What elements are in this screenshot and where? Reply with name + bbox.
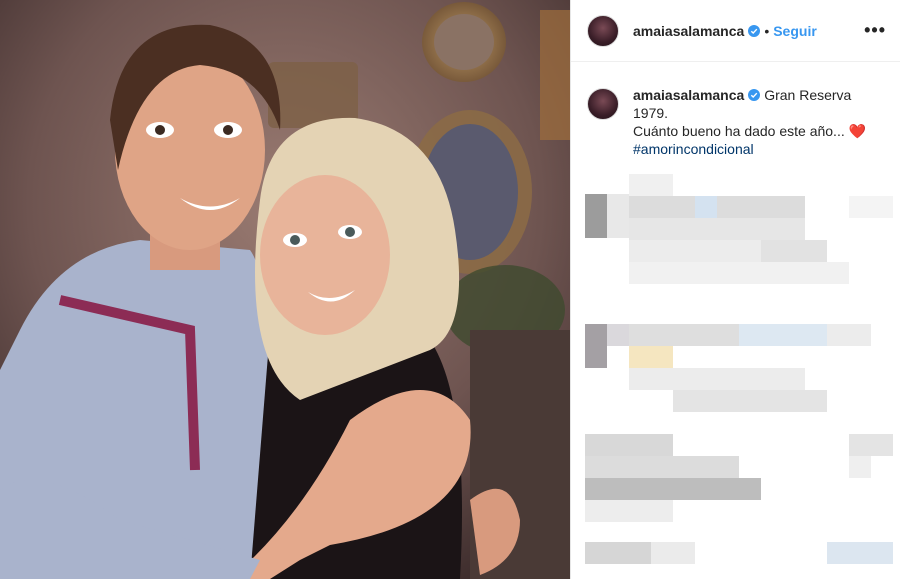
- post-header: amaiasalamanca • Seguir •••: [571, 0, 900, 62]
- photo-illustration: [0, 0, 570, 579]
- username-link[interactable]: amaiasalamanca: [633, 23, 744, 39]
- pixelated-comments: [571, 170, 900, 579]
- post-photo[interactable]: [0, 0, 570, 579]
- more-options-icon[interactable]: •••: [864, 20, 886, 41]
- post-side-panel: amaiasalamanca • Seguir ••• amaiasalaman…: [570, 0, 900, 579]
- verified-badge-icon: [748, 24, 761, 37]
- separator-dot: •: [764, 22, 770, 39]
- hashtag-link[interactable]: #amorincondicional: [633, 141, 754, 157]
- verified-badge-icon: [748, 89, 761, 101]
- caption-line-1: Gran Reserva: [764, 87, 852, 103]
- caption-avatar[interactable]: [587, 88, 619, 120]
- post-caption: amaiasalamanca Gran Reserva 1979. Cuánto…: [571, 62, 900, 158]
- caption-line-3: Cuánto bueno ha dado este año...: [633, 123, 845, 139]
- caption-text: amaiasalamanca Gran Reserva 1979. Cuánto…: [633, 86, 881, 158]
- avatar[interactable]: [587, 14, 619, 47]
- follow-button[interactable]: Seguir: [773, 23, 817, 39]
- caption-username[interactable]: amaiasalamanca: [633, 87, 744, 103]
- heart-emoji: ❤️: [848, 123, 867, 139]
- caption-line-2: 1979.: [633, 105, 669, 121]
